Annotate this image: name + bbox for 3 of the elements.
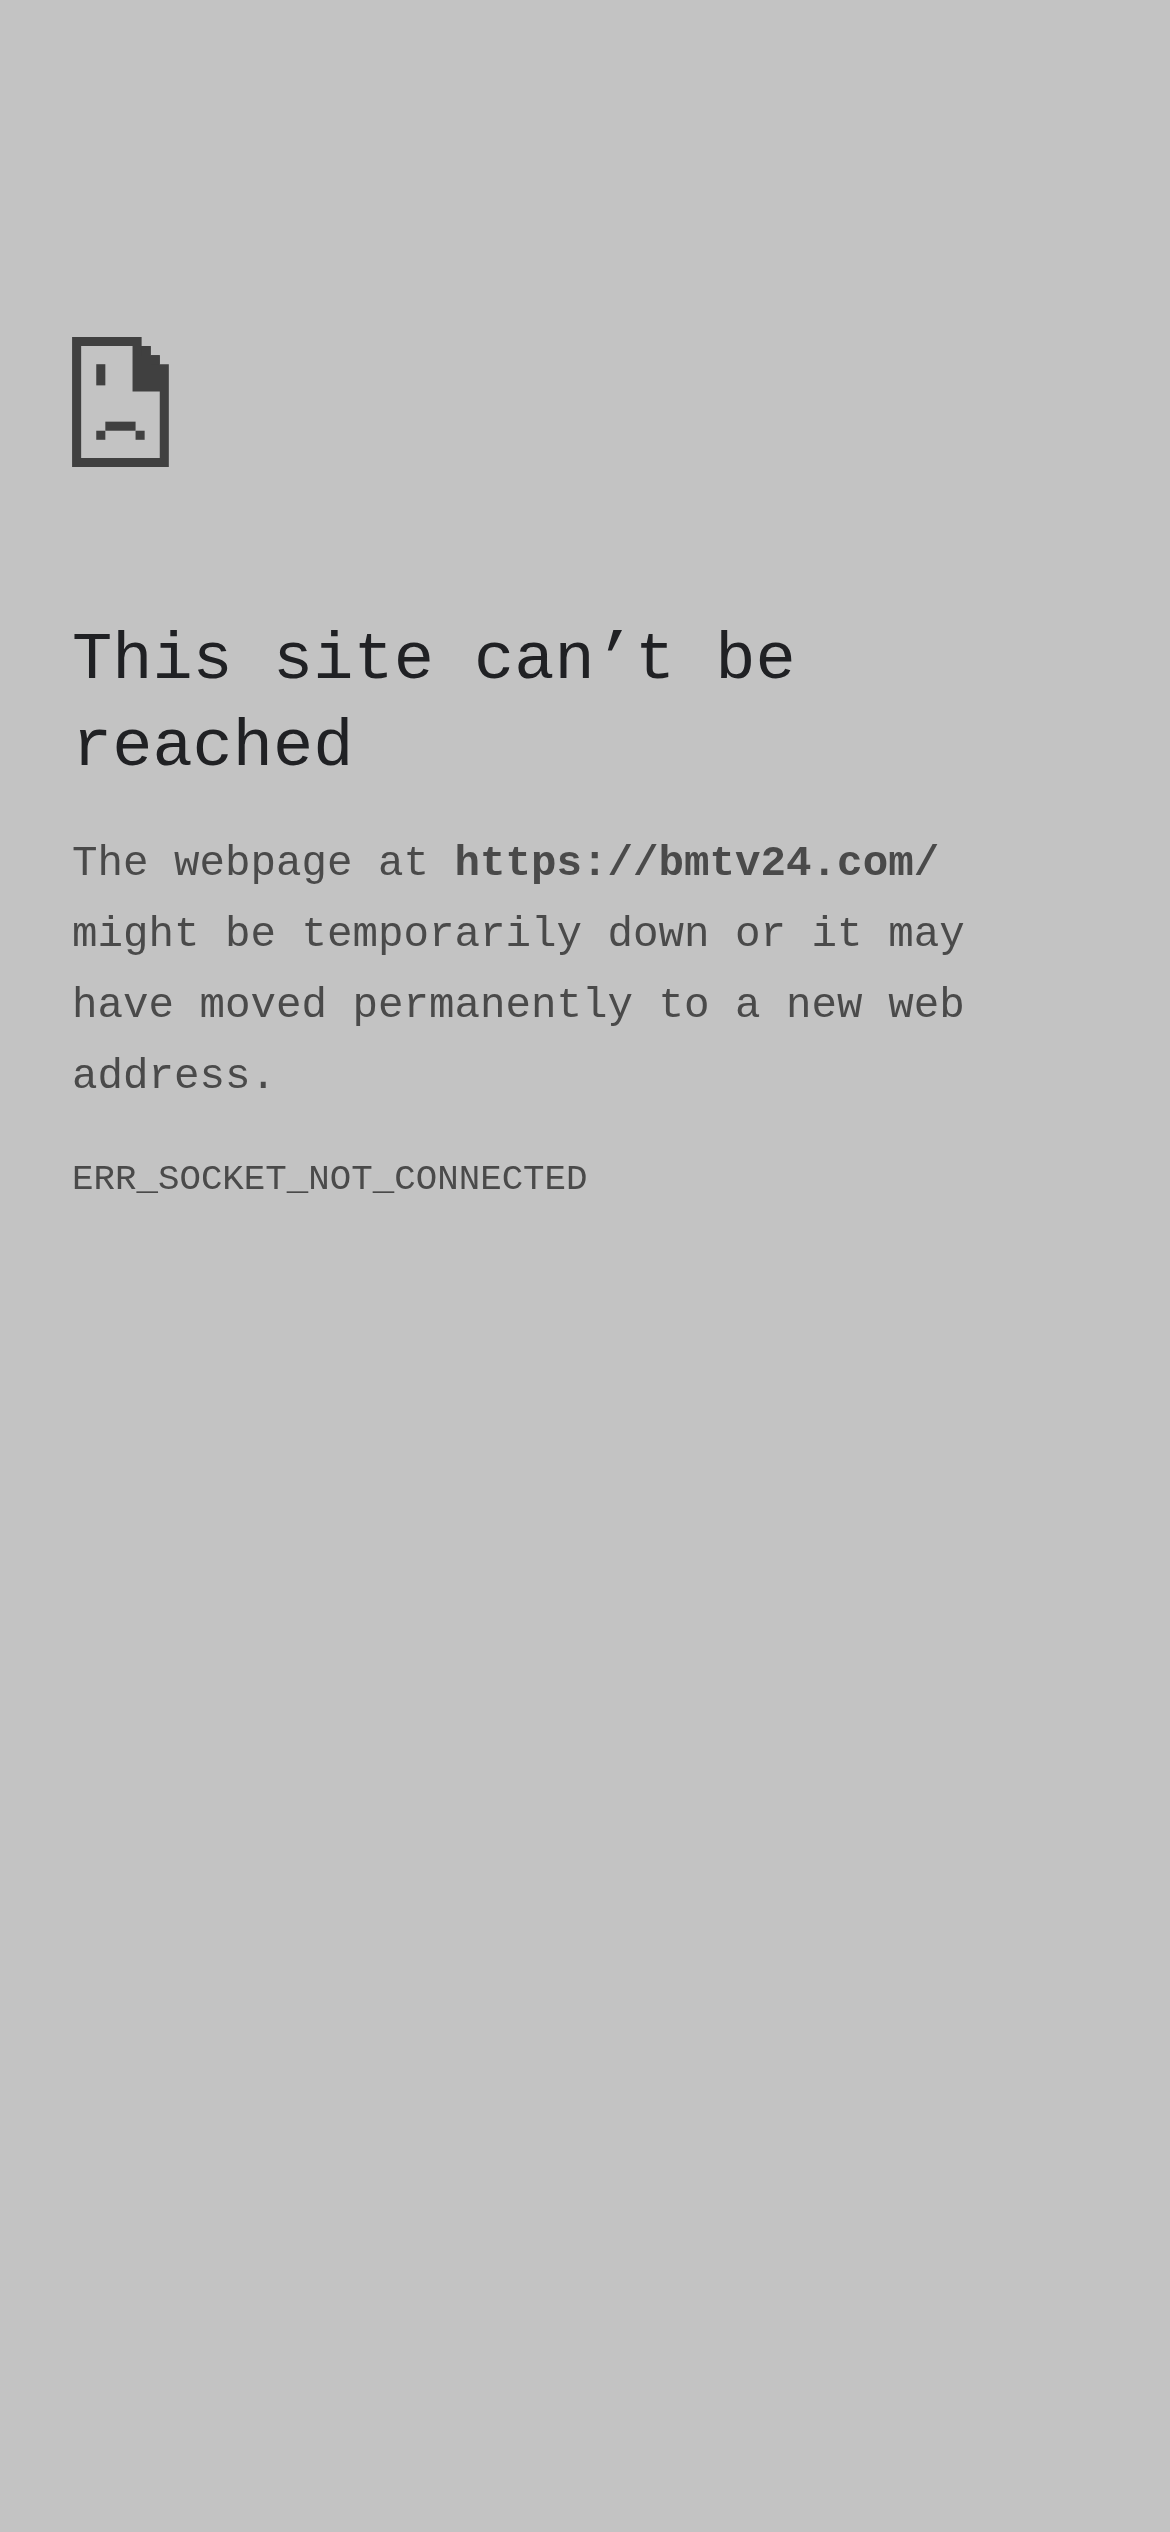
error-code: ERR_SOCKET_NOT_CONNECTED [72, 1158, 588, 1202]
error-message: The webpage at https://bmtv24.com/ might be temporarily down or it may have moved permanently to a new web address. [72, 839, 966, 1103]
error-title: This site can’t be reached [72, 621, 797, 787]
